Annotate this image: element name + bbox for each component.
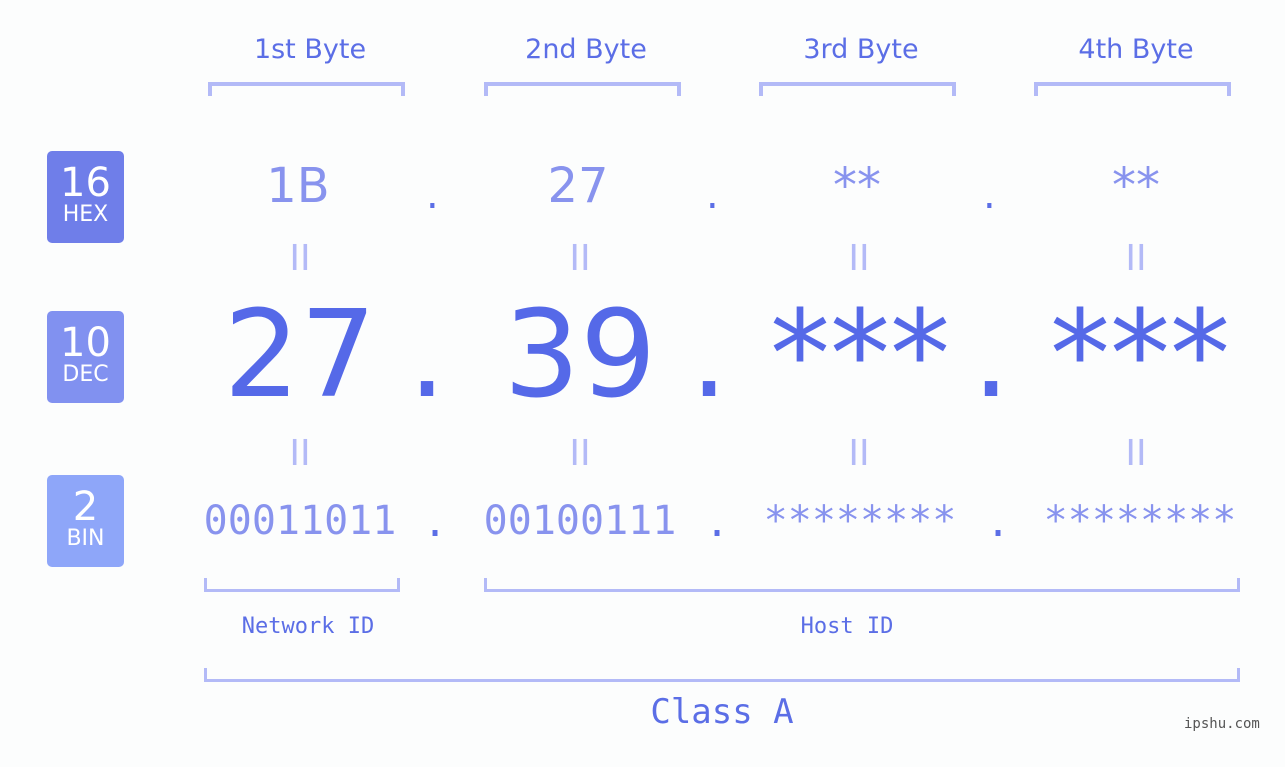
equals-sign: II	[569, 238, 591, 279]
dec-label: DEC	[62, 362, 109, 387]
dec-separator: .	[972, 286, 1011, 425]
dec-byte-3: ***	[770, 286, 950, 425]
bin-byte-2: 00100111	[483, 498, 677, 544]
byte-bracket-3	[759, 82, 956, 96]
watermark: ipshu.com	[1184, 716, 1260, 732]
bin-byte-4: ********	[1043, 498, 1237, 544]
host-id-label: Host ID	[800, 614, 894, 639]
host-id-bracket	[484, 578, 1240, 592]
hex-separator: .	[426, 172, 439, 218]
byte-header-4: 4th Byte	[1078, 34, 1194, 65]
hex-label: HEX	[62, 202, 109, 227]
bin-byte-3: ********	[763, 498, 957, 544]
byte-header-3: 3rd Byte	[803, 34, 919, 65]
equals-sign: II	[569, 433, 591, 474]
dec-byte-2: 39	[503, 286, 657, 425]
hex-byte-1: 1B	[266, 158, 330, 214]
hex-byte-2: 27	[547, 158, 609, 214]
bin-base: 2	[72, 484, 99, 530]
dec-base: 10	[60, 320, 111, 366]
byte-bracket-2	[484, 82, 681, 96]
dec-byte-4: ***	[1050, 286, 1230, 425]
dec-badge: 10 DEC	[47, 311, 124, 403]
hex-byte-4: **	[1112, 158, 1160, 214]
equals-sign: II	[848, 238, 870, 279]
byte-header-1: 1st Byte	[253, 34, 367, 65]
dec-separator: .	[690, 286, 729, 425]
bin-byte-1: 00011011	[203, 498, 397, 544]
network-id-bracket	[204, 578, 400, 592]
equals-sign: II	[289, 433, 311, 474]
network-id-label: Network ID	[241, 614, 375, 639]
hex-separator: .	[983, 172, 996, 218]
hex-base: 16	[60, 160, 111, 206]
bin-label: BIN	[66, 526, 105, 551]
dec-separator: .	[408, 286, 447, 425]
byte-header-2: 2nd Byte	[525, 34, 647, 65]
bin-separator: .	[986, 500, 1011, 546]
bin-separator: .	[423, 500, 448, 546]
equals-sign: II	[1125, 238, 1147, 279]
byte-bracket-4	[1034, 82, 1231, 96]
class-label: Class A	[650, 692, 794, 732]
bin-badge: 2 BIN	[47, 475, 124, 567]
equals-sign: II	[848, 433, 870, 474]
dec-byte-1: 27	[223, 286, 377, 425]
hex-badge: 16 HEX	[47, 151, 124, 243]
byte-bracket-1	[208, 82, 405, 96]
bin-separator: .	[705, 500, 730, 546]
hex-byte-3: **	[833, 158, 881, 214]
equals-sign: II	[1125, 433, 1147, 474]
class-bracket	[204, 668, 1240, 682]
hex-separator: .	[706, 172, 719, 218]
equals-sign: II	[289, 238, 311, 279]
